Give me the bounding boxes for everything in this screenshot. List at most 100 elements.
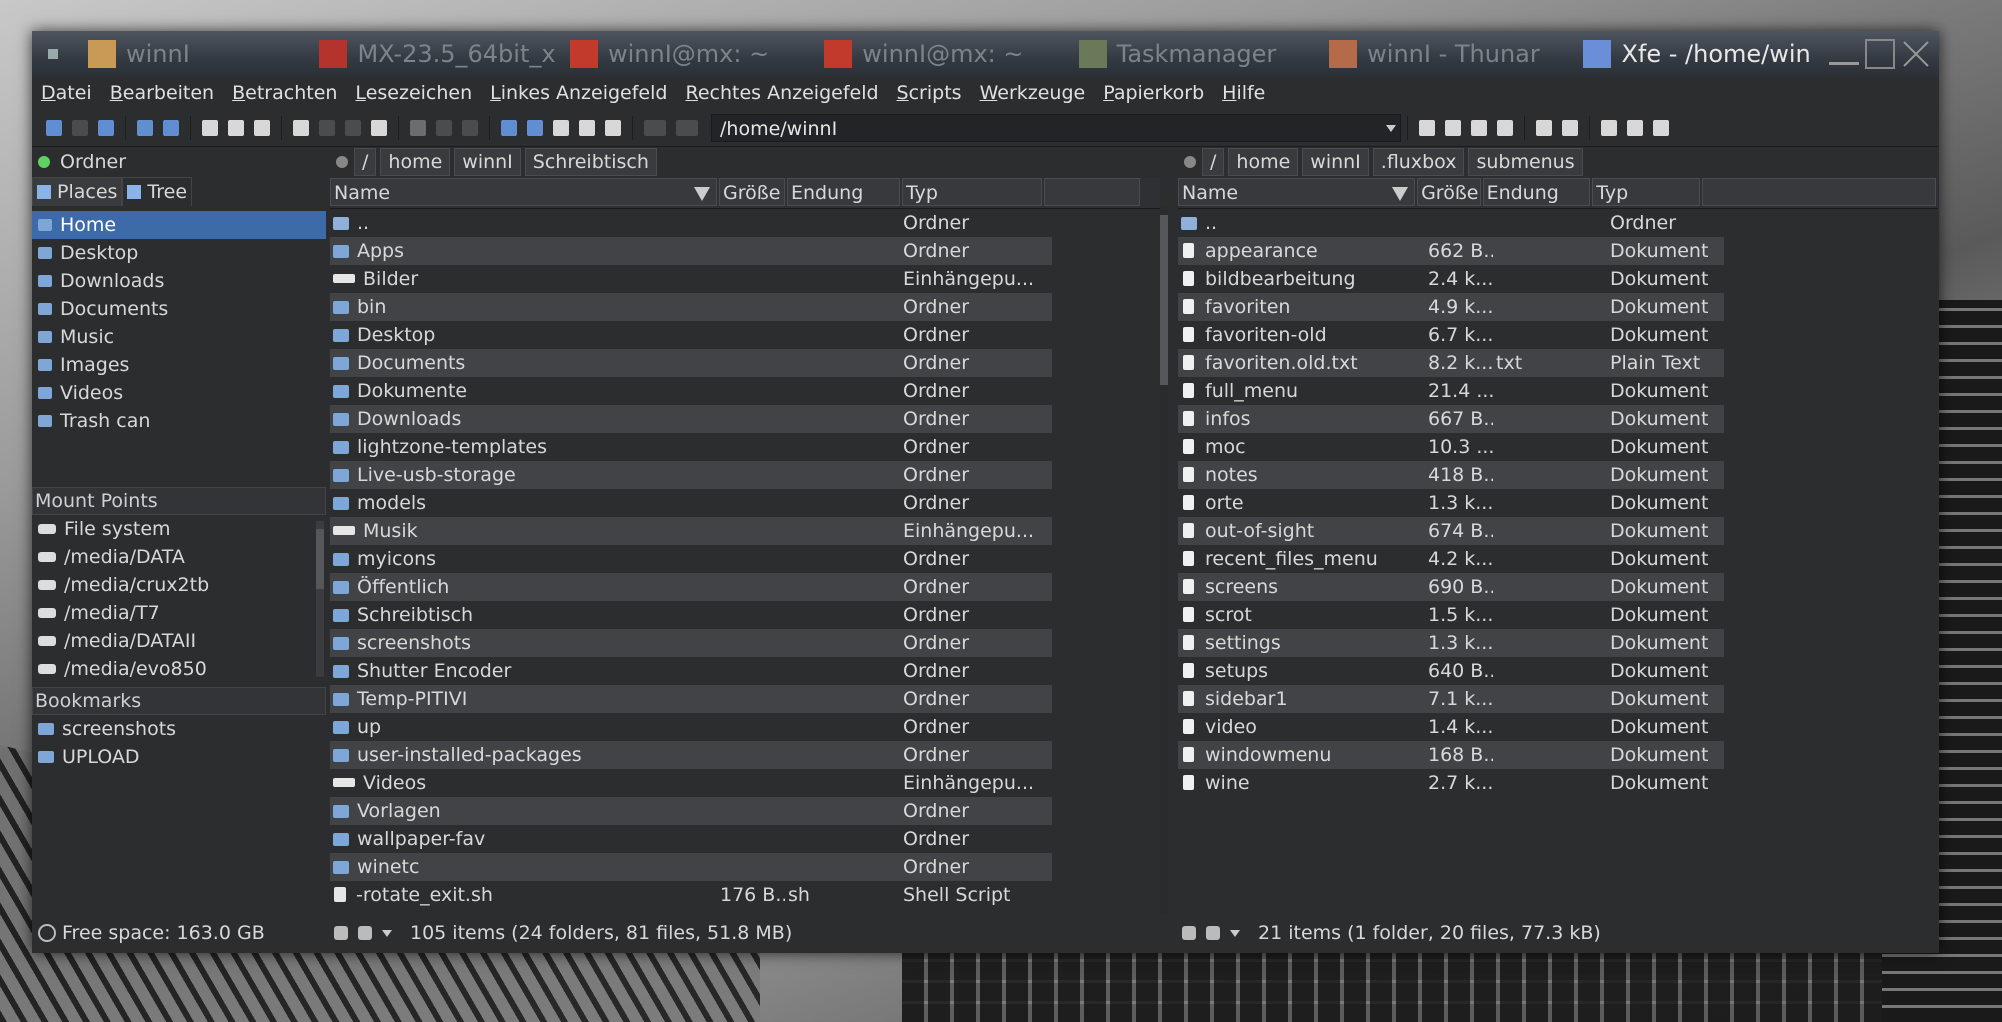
mount-item[interactable]: /media/DATA bbox=[32, 543, 326, 571]
breadcrumb-item[interactable]: .fluxbox bbox=[1372, 148, 1465, 176]
breadcrumb-item[interactable]: Schreibtisch bbox=[524, 148, 657, 176]
sidebar-item-desktop[interactable]: Desktop bbox=[32, 239, 326, 267]
table-row[interactable]: Live-usb-storage Ordner bbox=[330, 461, 1160, 489]
mount-item[interactable]: /media/T7 bbox=[32, 599, 326, 627]
table-row[interactable]: up Ordner bbox=[330, 713, 1160, 741]
task-7[interactable]: Xfe - /home/win bbox=[1575, 31, 1826, 77]
detailed-list-icon[interactable] bbox=[1653, 120, 1669, 136]
forward-icon[interactable] bbox=[72, 120, 88, 136]
view-icon[interactable] bbox=[579, 120, 595, 136]
paste-icon[interactable] bbox=[345, 120, 361, 136]
sidebar-item-home[interactable]: Home bbox=[32, 211, 326, 239]
table-row[interactable]: Documents Ordner bbox=[330, 349, 1160, 377]
small-icons-icon[interactable] bbox=[1627, 120, 1643, 136]
task-3[interactable]: winnI@mx: ~ bbox=[562, 31, 816, 77]
sidebar-item-music[interactable]: Music bbox=[32, 323, 326, 351]
table-row[interactable]: favoriten 4.9 k... Dokument bbox=[1178, 293, 1938, 321]
home-icon[interactable] bbox=[137, 120, 153, 136]
path-dropdown-icon[interactable] bbox=[1386, 125, 1396, 132]
unmount-icon[interactable] bbox=[676, 120, 698, 136]
mount-item[interactable]: /media/crux2tb bbox=[32, 571, 326, 599]
mount-scrollbar[interactable] bbox=[316, 521, 324, 677]
column-header-2[interactable]: Endung bbox=[787, 178, 900, 206]
toggle-status-icon[interactable] bbox=[462, 120, 478, 136]
table-row[interactable]: -rotate_exit.sh 176 B...sh Shell Script bbox=[330, 881, 1160, 909]
table-row[interactable]: Musik Einhängepu... bbox=[330, 517, 1160, 545]
toggle-sidebar-icon[interactable] bbox=[410, 120, 426, 136]
tree-panel-icon[interactable] bbox=[1445, 120, 1461, 136]
new-folder-icon[interactable] bbox=[228, 120, 244, 136]
table-row[interactable]: Vorlagen Ordner bbox=[330, 797, 1160, 825]
path-input[interactable]: /home/winnI bbox=[711, 114, 1401, 142]
table-row[interactable]: windowmenu 168 B... Dokument bbox=[1178, 741, 1938, 769]
sync-panels-icon[interactable] bbox=[527, 120, 543, 136]
table-row[interactable]: sidebar1 7.1 k... Dokument bbox=[1178, 685, 1938, 713]
window-menu-icon[interactable] bbox=[48, 49, 58, 59]
breadcrumb-item[interactable]: / bbox=[354, 148, 377, 176]
task-6[interactable]: winnI - Thunar bbox=[1321, 31, 1575, 77]
toggle-panel-icon[interactable] bbox=[436, 120, 452, 136]
table-row[interactable]: Downloads Ordner bbox=[330, 405, 1160, 433]
task-5[interactable]: Taskmanager bbox=[1071, 31, 1322, 77]
thumbnail-icon[interactable] bbox=[358, 926, 372, 940]
column-header-3[interactable]: Typ bbox=[902, 178, 1042, 206]
menu-bearbeiten[interactable]: Bearbeiten bbox=[101, 82, 223, 104]
table-row[interactable]: Apps Ordner bbox=[330, 237, 1160, 265]
copy-icon[interactable] bbox=[293, 120, 309, 136]
table-row[interactable]: models Ordner bbox=[330, 489, 1160, 517]
menu-werkzeuge[interactable]: Werkzeuge bbox=[971, 82, 1095, 104]
menu-hilfe[interactable]: Hilfe bbox=[1213, 82, 1274, 104]
table-row[interactable]: Dokumente Ordner bbox=[330, 377, 1160, 405]
tab-tree[interactable]: Tree bbox=[122, 177, 193, 206]
menu-betrachten[interactable]: Betrachten bbox=[223, 82, 346, 104]
table-row[interactable]: screens 690 B... Dokument bbox=[1178, 573, 1938, 601]
table-row[interactable]: recent_files_menu 4.2 k... Dokument bbox=[1178, 545, 1938, 573]
sort-arrow-icon[interactable] bbox=[1392, 187, 1409, 201]
table-row[interactable]: screenshots Ordner bbox=[330, 629, 1160, 657]
bookmark-item[interactable]: screenshots bbox=[32, 715, 326, 743]
table-row[interactable]: Temp-PITIVI Ordner bbox=[330, 685, 1160, 713]
table-row[interactable]: winetc Ordner bbox=[330, 853, 1160, 881]
bookmark-item[interactable]: UPLOAD bbox=[32, 743, 326, 771]
table-row[interactable]: favoriten.old.txt 8.2 k... txt Plain Text bbox=[1178, 349, 1938, 377]
table-row[interactable]: Bilder Einhängepu... bbox=[330, 265, 1160, 293]
column-header-2[interactable]: Endung bbox=[1482, 178, 1591, 206]
open-terminal-icon[interactable] bbox=[501, 120, 517, 136]
table-row[interactable]: notes 418 B... Dokument bbox=[1178, 461, 1938, 489]
breadcrumb-item[interactable]: / bbox=[1202, 148, 1225, 176]
table-row[interactable]: out-of-sight 674 B... Dokument bbox=[1178, 517, 1938, 545]
table-row[interactable]: user-installed-packages Ordner bbox=[330, 741, 1160, 769]
table-row[interactable]: favoriten-old 6.7 k... Dokument bbox=[1178, 321, 1938, 349]
big-icons-icon[interactable] bbox=[1601, 120, 1617, 136]
save-icon[interactable] bbox=[254, 120, 270, 136]
breadcrumb-item[interactable]: winnI bbox=[1302, 148, 1369, 176]
refresh-icon[interactable] bbox=[163, 120, 179, 136]
breadcrumb-item[interactable]: home bbox=[1228, 148, 1299, 176]
one-panel-icon[interactable] bbox=[1419, 120, 1435, 136]
sidebar-item-videos[interactable]: Videos bbox=[32, 379, 326, 407]
table-row[interactable]: .. Ordner bbox=[330, 209, 1160, 237]
table-row[interactable]: bin Ordner bbox=[330, 293, 1160, 321]
thumbnail-icon[interactable] bbox=[1206, 926, 1220, 940]
table-row[interactable]: video 1.4 k... Dokument bbox=[1178, 713, 1938, 741]
breadcrumb-item[interactable]: submenus bbox=[1468, 148, 1583, 176]
tree-two-panels-icon[interactable] bbox=[1497, 120, 1513, 136]
table-row[interactable]: Schreibtisch Ordner bbox=[330, 601, 1160, 629]
table-row[interactable]: settings 1.3 k... Dokument bbox=[1178, 629, 1938, 657]
table-row[interactable]: wallpaper-fav Ordner bbox=[330, 825, 1160, 853]
vertical-panels-icon[interactable] bbox=[1536, 120, 1552, 136]
breadcrumb-item[interactable]: winnI bbox=[454, 148, 521, 176]
table-row[interactable]: wine 2.7 k... Dokument bbox=[1178, 769, 1938, 797]
minimize-button[interactable] bbox=[1829, 43, 1859, 65]
hidden-files-icon[interactable] bbox=[334, 926, 348, 940]
table-row[interactable]: moc 10.3 ... Dokument bbox=[1178, 433, 1938, 461]
mount-icon[interactable] bbox=[644, 120, 666, 136]
menu-datei[interactable]: Datei bbox=[32, 82, 101, 104]
hidden-files-icon[interactable] bbox=[1182, 926, 1196, 940]
table-row[interactable]: bildbearbeitung 2.4 k... Dokument bbox=[1178, 265, 1938, 293]
column-header-3[interactable]: Typ bbox=[1592, 178, 1700, 206]
maximize-button[interactable] bbox=[1865, 39, 1895, 69]
sidebar-item-downloads[interactable]: Downloads bbox=[32, 267, 326, 295]
table-row[interactable]: infos 667 B... Dokument bbox=[1178, 405, 1938, 433]
table-row[interactable]: Shutter Encoder Ordner bbox=[330, 657, 1160, 685]
